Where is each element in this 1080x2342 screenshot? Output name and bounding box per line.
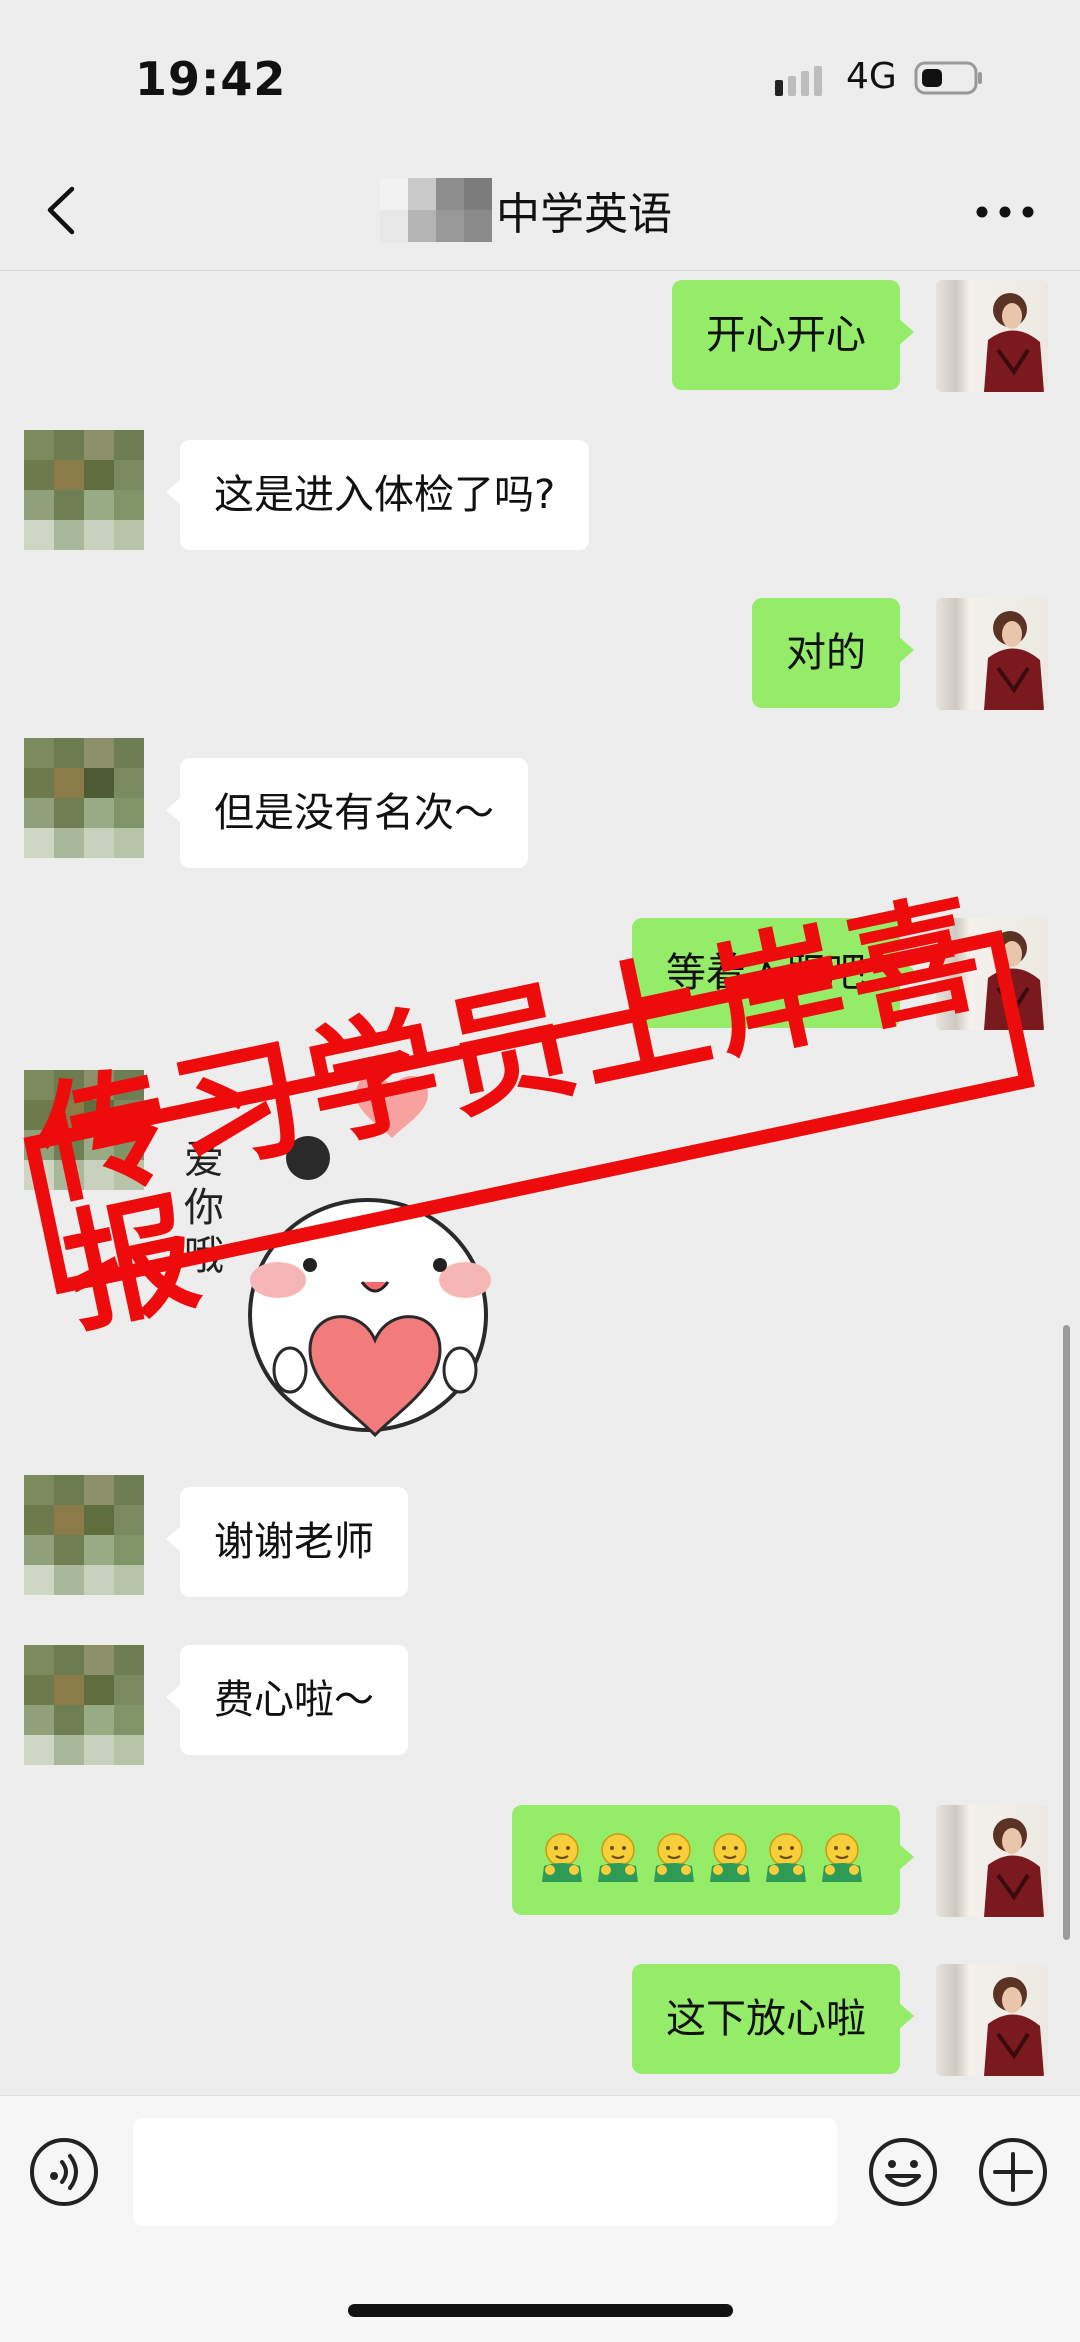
blurred-name bbox=[380, 178, 492, 242]
chevron-left-icon[interactable] bbox=[42, 183, 82, 238]
message-bubble-received[interactable]: 但是没有名次～ bbox=[166, 758, 528, 868]
hugging-emoji-icon bbox=[654, 1833, 694, 1882]
contact-avatar[interactable] bbox=[24, 1645, 144, 1765]
more-icon[interactable] bbox=[975, 205, 1035, 219]
status-time: 19:42 bbox=[135, 52, 287, 106]
message-bubble-received[interactable]: 这是进入体检了吗? bbox=[165, 440, 590, 550]
message-bubble-received[interactable]: 谢谢老师 bbox=[166, 1487, 408, 1597]
emoji-icon[interactable] bbox=[867, 2136, 939, 2208]
emoji-message-bubble[interactable] bbox=[512, 1805, 914, 1915]
signal-icon bbox=[775, 66, 822, 96]
message-bubble-sent[interactable]: 等着入职吧 bbox=[632, 918, 914, 1028]
message-bubble-received[interactable]: 费心啦～ bbox=[166, 1645, 408, 1755]
message-bubble-sent[interactable]: 对的 bbox=[752, 598, 914, 708]
voice-icon[interactable] bbox=[28, 2136, 100, 2208]
status-bar: 19:42 4G bbox=[0, 0, 1080, 150]
chat-title: 中学英语 bbox=[496, 189, 672, 240]
battery-icon bbox=[914, 61, 982, 95]
message-input[interactable] bbox=[133, 2118, 837, 2226]
my-avatar[interactable] bbox=[936, 598, 1048, 710]
hugging-emoji-icon bbox=[822, 1833, 862, 1882]
network-type: 4G bbox=[846, 56, 897, 97]
contact-avatar[interactable] bbox=[24, 430, 144, 550]
sticker-text: 爱你哦 bbox=[177, 1138, 224, 1282]
hugging-emoji-icon bbox=[542, 1833, 582, 1882]
home-indicator[interactable] bbox=[348, 2304, 733, 2317]
chat-header: 中学英语 bbox=[0, 150, 1080, 271]
my-avatar[interactable] bbox=[936, 280, 1048, 392]
message-bubble-sent[interactable]: 开心开心 bbox=[672, 280, 914, 390]
contact-avatar[interactable] bbox=[24, 1475, 144, 1595]
love-sticker[interactable]: 爱你哦 bbox=[160, 1050, 540, 1440]
plus-icon[interactable] bbox=[977, 2136, 1049, 2208]
contact-avatar[interactable] bbox=[24, 738, 144, 858]
my-avatar[interactable] bbox=[936, 918, 1048, 1030]
contact-avatar[interactable] bbox=[24, 1070, 144, 1190]
hugging-emoji-icon bbox=[766, 1833, 806, 1882]
my-avatar[interactable] bbox=[936, 1805, 1048, 1917]
hugging-emoji-icon bbox=[710, 1833, 750, 1882]
message-bubble-sent[interactable]: 这下放心啦 bbox=[632, 1964, 914, 2074]
hugging-emoji-icon bbox=[598, 1833, 638, 1882]
chat-scrollbar[interactable] bbox=[1063, 1325, 1070, 1940]
emoji-row bbox=[538, 1833, 874, 1883]
chat-title-group: 中学英语 bbox=[380, 178, 672, 242]
my-avatar[interactable] bbox=[936, 1964, 1048, 2076]
